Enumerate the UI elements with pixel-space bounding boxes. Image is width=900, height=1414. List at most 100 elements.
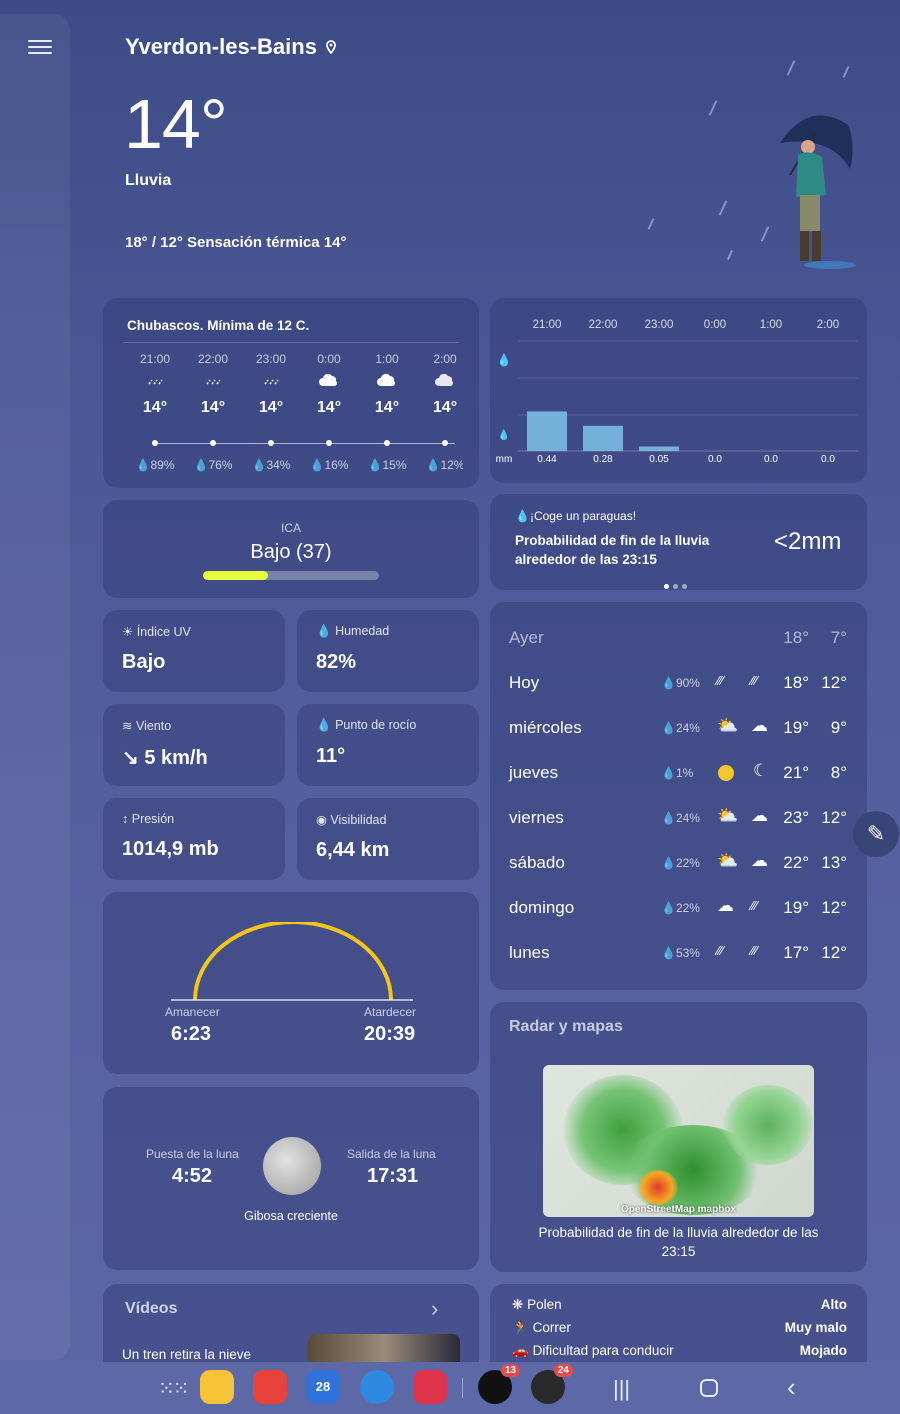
rain-info-text: Probabilidad de fin de la lluvia alreded… <box>515 533 710 567</box>
daily-row[interactable]: jueves 💧1% ☾ 21° 8° <box>508 755 849 795</box>
precipitation-chart-card[interactable]: 21:00 22:00 23:00 0:00 1:00 2:00 💧 💧 mm … <box>490 298 867 483</box>
hourly-precip: 💧16% <box>309 458 349 472</box>
humidity-tile[interactable]: 💧 Humedad 82% <box>297 610 479 692</box>
page-dots[interactable] <box>662 576 689 594</box>
files-app-icon[interactable] <box>200 1370 234 1404</box>
chevron-right-icon[interactable]: › <box>431 1296 438 1322</box>
lifestyle-row[interactable]: ❋ Polen Alto <box>512 1297 847 1313</box>
sunset-label: Atardecer <box>364 1005 417 1019</box>
camera-app-icon[interactable] <box>413 1370 447 1404</box>
partly-cloudy-day-icon: ⛅ <box>717 851 739 870</box>
video-title[interactable]: Un tren retira la nieve <box>122 1347 251 1362</box>
wind-direction-icon: ↘ <box>122 747 139 769</box>
videos-title: Vídeos <box>125 1300 178 1317</box>
radar-map[interactable]: OpenStreetMap mapbox <box>543 1065 814 1217</box>
hourly-precip: 💧89% <box>135 458 175 472</box>
moon-phase: Gibosa creciente <box>244 1209 338 1223</box>
precip-value-label: 0.0 <box>708 454 722 465</box>
hourly-item[interactable]: 21:00 14° <box>126 352 184 417</box>
car-icon: 🚗 <box>512 1343 529 1358</box>
precip-time-label: 22:00 <box>589 319 618 331</box>
rain-info-card[interactable]: 💧¡Coge un paraguas! Probabilidad de fin … <box>490 494 867 590</box>
radar-title: Radar y mapas <box>509 1018 623 1035</box>
back-button[interactable]: ‹ <box>787 1372 796 1403</box>
radar-caption: Probabilidad de fin de la lluvia alreded… <box>538 1225 819 1259</box>
precip-unit: mm <box>496 454 513 465</box>
wind-tile[interactable]: ≋ Viento ↘ 5 km/h <box>103 704 285 786</box>
moon-phase-icon <box>263 1137 321 1195</box>
moon-icon: ☾ <box>753 761 769 780</box>
heavy-drops-icon: 💧 <box>497 353 512 367</box>
pressure-icon: ↕ <box>122 812 129 826</box>
apps-grid-icon[interactable]: ⁙⁙ <box>158 1376 189 1401</box>
hourly-precip: 💧15% <box>367 458 407 472</box>
rain-icon: ⁄⁄⁄ <box>717 673 724 688</box>
pressure-tile[interactable]: ↕ Presión 1014,9 mb <box>103 798 285 880</box>
radar-card[interactable]: Radar y mapas OpenStreetMap mapbox Proba… <box>490 1002 867 1272</box>
bolt-app-icon[interactable]: 24 <box>531 1364 573 1404</box>
rain-info-title: 💧¡Coge un paraguas! <box>515 509 637 523</box>
partly-cloudy-night-icon: ☁ <box>751 806 768 825</box>
daily-row[interactable]: Hoy 💧90% ⁄⁄⁄ ⁄⁄⁄ 18° 12° <box>508 665 849 705</box>
location-title[interactable]: Yverdon-les-Bains <box>125 34 337 60</box>
precip-value-label: 0.28 <box>593 454 613 465</box>
precip-value-label: 0.44 <box>537 454 557 465</box>
precipitation-chart: 21:00 22:00 23:00 0:00 1:00 2:00 💧 💧 mm … <box>496 319 858 465</box>
home-button[interactable] <box>700 1379 718 1397</box>
rain-amount: <2mm <box>774 528 842 555</box>
video-thumbnail[interactable] <box>308 1334 460 1364</box>
dock-divider <box>462 1378 463 1398</box>
rain-icon: ⁄⁄⁄ <box>751 898 758 913</box>
precip-bar <box>527 411 567 451</box>
humidity-icon: 💧 <box>316 624 332 638</box>
moonset-time: 4:52 <box>172 1165 213 1187</box>
daily-forecast-card[interactable]: Ayer 18° 7° Hoy 💧90% ⁄⁄⁄ ⁄⁄⁄ 18° 12° mié… <box>490 602 867 990</box>
visibility-value: 6,44 km <box>316 839 390 861</box>
menu-button[interactable] <box>28 36 52 56</box>
precip-value-label: 0.05 <box>649 454 669 465</box>
daily-row[interactable]: sábado 💧22% ⛅ ☁ 22° 13° <box>508 845 849 885</box>
eye-icon: ◉ <box>316 813 327 827</box>
recent-apps-button[interactable]: ||| <box>613 1376 630 1402</box>
rain-icon <box>148 379 163 385</box>
sunrise-sunset-card[interactable]: Amanecer 6:23 Atardecer 20:39 <box>103 892 479 1074</box>
uv-index-tile[interactable]: ☀ Índice UV Bajo <box>103 610 285 692</box>
messages-app-icon[interactable] <box>360 1370 394 1404</box>
sunrise-time: 6:23 <box>171 1023 212 1045</box>
pencil-icon: ✎ <box>866 821 886 846</box>
daily-row[interactable]: Ayer 18° 7° <box>508 620 849 660</box>
sunset-time: 20:39 <box>364 1023 416 1045</box>
hourly-item[interactable]: 0:00 14° <box>300 352 358 417</box>
hourly-item[interactable]: 1:00 14° <box>358 352 416 417</box>
visibility-tile[interactable]: ◉ Visibilidad 6,44 km <box>297 798 479 880</box>
air-quality-card[interactable]: ICA Bajo (37) <box>103 500 479 598</box>
current-condition: Lluvia <box>125 172 172 189</box>
notes-app-icon[interactable] <box>253 1370 287 1404</box>
daily-row[interactable]: viernes 💧24% ⛅ ☁ 23° 12° <box>508 800 849 840</box>
wind-icon: ≋ <box>122 719 133 733</box>
hourly-item[interactable]: 23:00 14° <box>242 352 300 417</box>
lifestyle-row[interactable]: 🏃 Correr Muy malo <box>512 1320 847 1336</box>
edit-button[interactable]: ✎ <box>853 811 899 857</box>
daily-row[interactable]: domingo 💧22% ☁ ⁄⁄⁄ 19° 12° <box>508 890 849 930</box>
sun-icon <box>718 765 734 781</box>
uv-value: Bajo <box>122 651 166 673</box>
calendar-app-icon[interactable]: 28 <box>306 1370 340 1404</box>
daily-row[interactable]: miércoles 💧24% ⛅ ☁ 19° 9° <box>508 710 849 750</box>
daily-row[interactable]: lunes 💧53% ⁄⁄⁄ ⁄⁄⁄ 17° 12° <box>508 935 849 975</box>
lifestyle-card[interactable]: ❋ Polen Alto 🏃 Correr Muy malo 🚗 Dificulta… <box>490 1284 867 1364</box>
videos-card[interactable]: Vídeos › Un tren retira la nieve <box>103 1284 479 1364</box>
hourly-precip: 💧76% <box>193 458 233 472</box>
sun-arc <box>171 922 413 1001</box>
light-drop-icon: 💧 <box>498 428 510 441</box>
moon-card[interactable]: Puesta de la luna 4:52 Salida de la luna… <box>103 1087 479 1270</box>
hourly-item[interactable]: 22:00 14° <box>184 352 242 417</box>
running-icon: 🏃 <box>512 1320 529 1335</box>
tiktok-app-icon[interactable]: 13 <box>478 1364 520 1404</box>
hourly-item[interactable]: 2:00 14° <box>416 352 463 417</box>
hourly-forecast-card[interactable]: Chubascos. Mínima de 12 C. 21:00 14° 22:… <box>103 298 479 488</box>
dew-point-tile[interactable]: 💧 Punto de rocío 11° <box>297 704 479 786</box>
lifestyle-row[interactable]: 🚗 Dificultad para conducir Mojado <box>512 1343 847 1359</box>
range-feels: 18° / 12° Sensación térmica 14° <box>125 234 347 251</box>
sunrise-label: Amanecer <box>165 1005 220 1019</box>
